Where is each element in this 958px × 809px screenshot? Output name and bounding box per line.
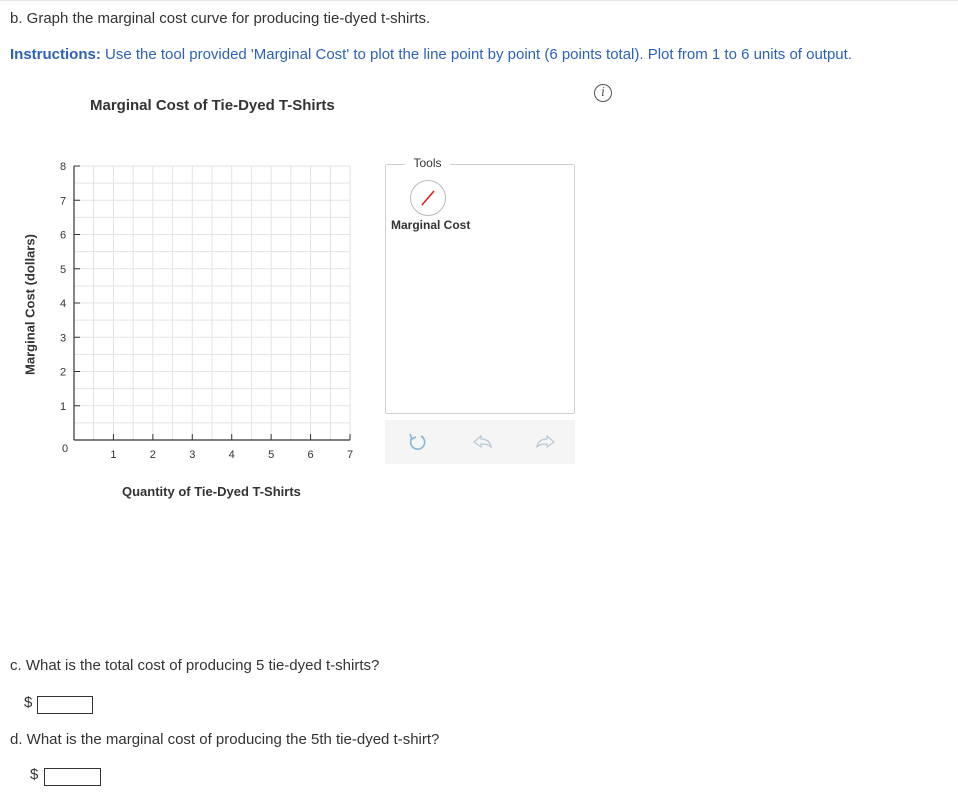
undo-icon — [473, 434, 492, 449]
y-tick-label: 7 — [60, 195, 66, 207]
reset-icon — [409, 433, 426, 450]
x-tick-label: 4 — [229, 449, 235, 461]
x-tick-label: 3 — [189, 449, 195, 461]
redo-button[interactable] — [533, 429, 559, 455]
currency-symbol: $ — [24, 694, 33, 711]
marginal-cost-input[interactable] — [44, 768, 101, 786]
x-tick-label: 5 — [268, 449, 274, 461]
x-tick-label: 2 — [150, 449, 156, 461]
y-tick-label: 5 — [60, 264, 66, 276]
x-tick-label: 7 — [347, 449, 353, 461]
line-tool-icon — [421, 190, 435, 206]
x-axis-label: Quantity of Tie-Dyed T-Shirts — [122, 484, 301, 499]
y-tick-label: 4 — [60, 298, 66, 310]
y-tick-label: 1 — [60, 401, 66, 413]
marginal-cost-tool-label: Marginal Cost — [391, 218, 471, 232]
undo-button[interactable] — [469, 429, 495, 455]
tools-title: Tools — [405, 156, 450, 170]
x-tick-label: 6 — [308, 449, 314, 461]
total-cost-input[interactable] — [37, 696, 93, 714]
question-d-text: d. What is the marginal cost of producin… — [10, 731, 440, 748]
x-tick-label: 1 — [110, 449, 116, 461]
y-tick-label: 0 — [62, 443, 68, 455]
y-tick-label: 2 — [60, 367, 66, 379]
question-c-text: c. What is the total cost of producing 5… — [10, 657, 380, 674]
marginal-cost-graph[interactable]: 0 1 2 3 4 5 6 7 8 1 2 3 4 5 6 7 — [0, 0, 380, 480]
y-tick-label: 3 — [60, 332, 66, 344]
y-tick-label: 6 — [60, 230, 66, 242]
y-tick-label: 8 — [60, 161, 66, 173]
currency-symbol: $ — [30, 766, 39, 783]
redo-icon — [536, 434, 555, 449]
reset-button[interactable] — [404, 429, 430, 455]
info-icon[interactable]: i — [594, 84, 612, 102]
marginal-cost-tool-button[interactable] — [410, 180, 446, 216]
